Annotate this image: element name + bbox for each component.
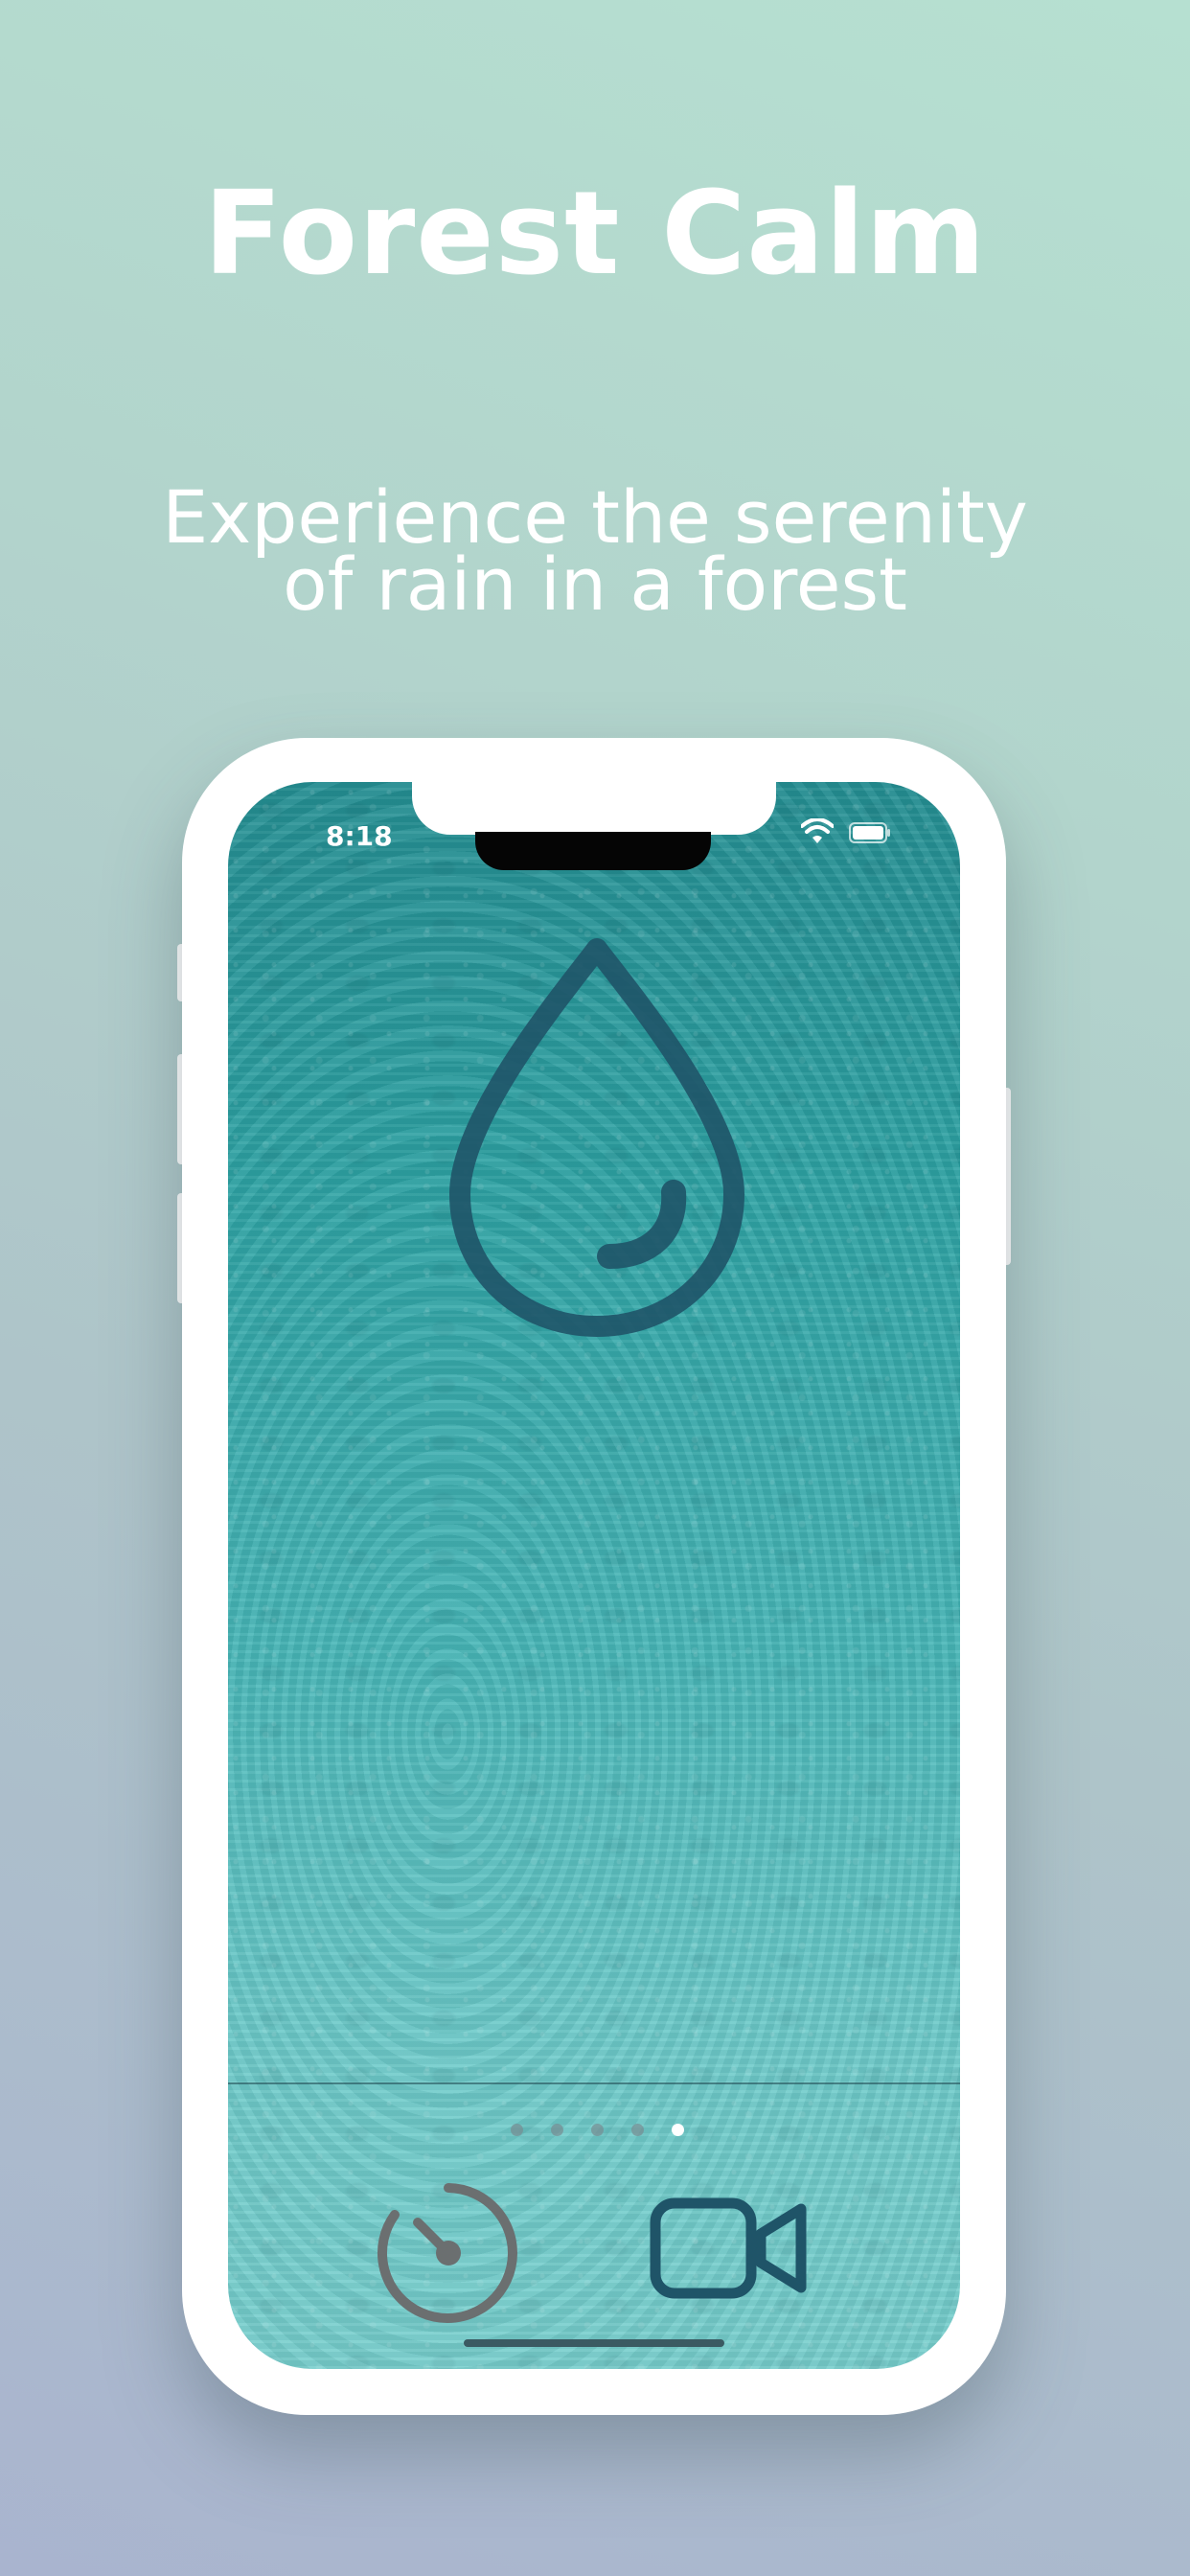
subheadline: Experience the serenity of rain in a for… — [0, 481, 1190, 627]
device-frame: 8:18 — [182, 738, 1006, 2415]
home-indicator[interactable] — [464, 2339, 724, 2347]
app-screen: 8:18 — [228, 782, 960, 2369]
tab-divider — [228, 2082, 960, 2084]
page-indicator[interactable] — [511, 2124, 684, 2139]
battery-icon — [849, 822, 890, 843]
timer-icon[interactable] — [372, 2176, 525, 2330]
video-camera-icon[interactable] — [650, 2196, 812, 2301]
wifi-icon — [801, 818, 834, 843]
page-dot-active[interactable] — [672, 2124, 684, 2136]
status-time: 8:18 — [326, 820, 393, 852]
headline: Forest Calm — [203, 168, 987, 301]
page-dot[interactable] — [591, 2124, 604, 2136]
page-dot[interactable] — [511, 2124, 523, 2136]
sensor-housing — [475, 832, 711, 870]
page-dot[interactable] — [631, 2124, 644, 2136]
water-drop-icon — [449, 938, 744, 1337]
page-dot[interactable] — [551, 2124, 563, 2136]
subheadline-line-2: of rain in a forest — [283, 541, 907, 627]
device-notch — [412, 782, 776, 835]
